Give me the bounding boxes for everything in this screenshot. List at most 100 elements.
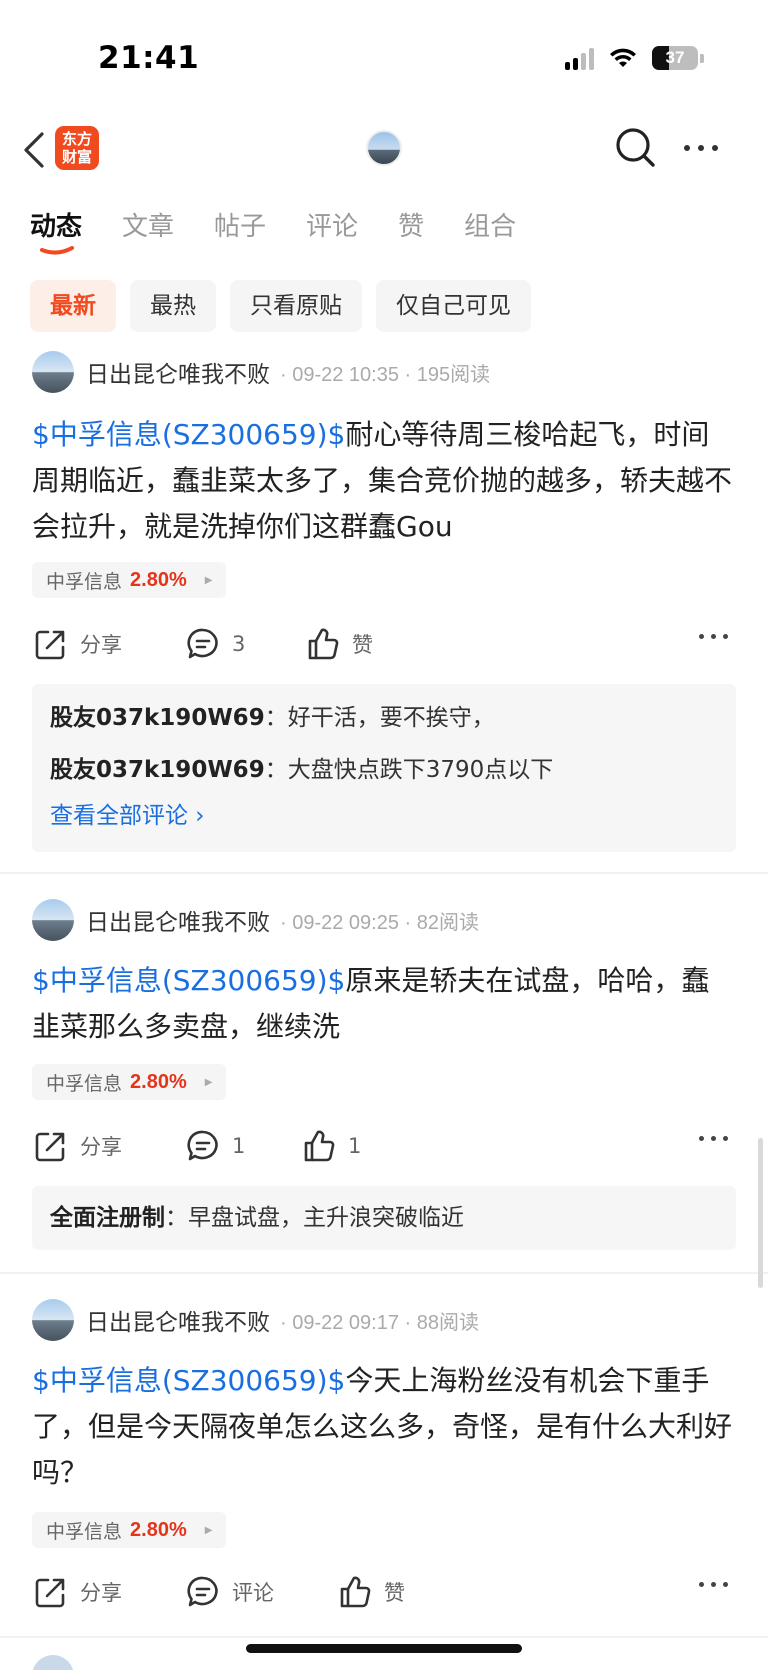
divider [0,872,768,874]
share-icon [35,1132,65,1162]
post-actions: 分享 1 1 [0,1124,768,1168]
profile-tabs: 动态 文章 帖子 评论 赞 组合 [30,206,556,255]
share-button[interactable]: 分享 [34,622,122,666]
comment-count: 3 [232,632,246,656]
stock-tag[interactable]: 中孚信息 2.80% ▶ [32,562,227,598]
post-text[interactable]: $中孚信息(SZ300659)$原来是轿夫在试盘，哈哈，蠢韭菜那么多卖盘，继续洗 [32,958,736,1050]
like-button[interactable]: 赞 [338,1570,405,1614]
scroll-indicator[interactable] [758,1138,763,1288]
status-time: 21:41 [98,40,200,76]
post-card[interactable]: 日出昆仑唯我不败 · 09-22 09:17 · 88阅读 $中孚信息(SZ30… [0,1298,768,1628]
comment-button[interactable]: 1 [186,1124,245,1168]
avatar[interactable] [32,1299,74,1341]
comment-icon [187,1576,218,1607]
battery-level: 37 [665,48,685,67]
stock-link[interactable]: $中孚信息(SZ300659)$ [32,418,345,451]
tab-active-indicator [40,246,74,255]
comment-text: 大盘快点跌下3790点以下 [287,757,554,783]
more-options-icon[interactable] [684,136,728,160]
comment-user[interactable]: 股友037k190W69 [50,705,265,731]
stock-link[interactable]: $中孚信息(SZ300659)$ [32,1364,345,1397]
thumbs-up-icon [304,1130,335,1162]
post-header: 日出昆仑唯我不败 · 09-22 10:35 · 195阅读 [32,350,490,394]
view-all-comments-link[interactable]: 查看全部评论 › [50,796,718,836]
tab-likes[interactable]: 赞 [398,206,424,252]
user-avatar[interactable] [366,130,402,166]
tab-articles[interactable]: 文章 [122,206,174,252]
divider [0,1636,768,1638]
comment-button[interactable]: 3 [186,622,245,666]
author-name[interactable]: 日出昆仑唯我不败 [86,1303,270,1337]
comment-icon [187,628,218,659]
stock-tag-name: 中孚信息 [46,1072,123,1095]
app-logo[interactable]: 东方 财富 [55,126,99,170]
stock-tag[interactable]: 中孚信息 2.80% ▶ [32,1064,227,1100]
comment-item[interactable]: 全面注册制：早盘试盘，主升浪突破临近 [50,1192,718,1244]
post-text[interactable]: $中孚信息(SZ300659)$今天上海粉丝没有机会下重手了，但是今天隔夜单怎么… [32,1358,736,1496]
logo-text-bottom: 财富 [61,148,92,166]
like-button[interactable]: 赞 [306,622,373,666]
filter-chips: 最新 最热 只看原贴 仅自己可见 [30,280,531,332]
author-name[interactable]: 日出昆仑唯我不败 [86,903,270,937]
filter-private-only[interactable]: 仅自己可见 [376,280,531,332]
like-button[interactable]: 1 [302,1124,361,1168]
stock-tag-name: 中孚信息 [46,570,123,593]
stock-tag-change: 2.80% [130,1518,187,1541]
battery-icon: 37 [652,46,698,70]
comment-count: 评论 [232,1581,274,1605]
status-bar: 21:41 37 [0,0,768,120]
stock-tag-name: 中孚信息 [46,1520,123,1543]
filter-hottest[interactable]: 最热 [130,280,216,332]
comment-item[interactable]: 股友037k190W69：大盘快点跌下3790点以下 [50,744,718,796]
tab-dynamic[interactable]: 动态 [30,206,82,255]
post-card[interactable]: 日出昆仑唯我不败 · 09-22 09:25 · 82阅读 $中孚信息(SZ30… [0,898,768,1258]
comment-preview[interactable]: 股友037k190W69：好干活，要不挨守， 股友037k190W69：大盘快点… [32,684,736,852]
like-count: 1 [348,1134,362,1158]
status-icons: 37 [565,46,704,70]
home-indicator[interactable] [246,1644,522,1653]
play-arrow-icon: ▶ [204,574,213,586]
comment-count: 1 [232,1134,246,1158]
post-header: 日出昆仑唯我不败 · 09-22 09:17 · 88阅读 [32,1298,479,1342]
post-text[interactable]: $中孚信息(SZ300659)$耐心等待周三梭哈起飞，时间周期临近，蠢韭菜太多了… [32,412,736,550]
post-more-icon[interactable] [699,634,728,639]
tab-posts[interactable]: 帖子 [214,206,266,252]
post-actions: 分享 3 赞 [0,622,768,666]
avatar[interactable] [32,899,74,941]
stock-tag-change: 2.80% [130,568,187,591]
post-card[interactable]: 日出昆仑唯我不败 · 09-22 10:35 · 195阅读 $中孚信息(SZ3… [0,350,768,870]
share-button[interactable]: 分享 [34,1570,122,1614]
comment-icon [187,1130,218,1161]
share-icon [35,1578,65,1608]
avatar[interactable] [32,351,74,393]
nav-bar: 东方 财富 [0,122,768,178]
post-more-icon[interactable] [699,1136,728,1141]
stock-tag-change: 2.80% [130,1070,187,1093]
author-name[interactable]: 日出昆仑唯我不败 [86,355,270,389]
comment-user[interactable]: 全面注册制 [50,1205,165,1231]
comment-user[interactable]: 股友037k190W69 [50,757,265,783]
play-arrow-icon: ▶ [204,1524,213,1536]
tab-portfolio[interactable]: 组合 [464,206,516,252]
stock-tag[interactable]: 中孚信息 2.80% ▶ [32,1512,227,1548]
wifi-icon [610,48,636,67]
post-more-icon[interactable] [699,1582,728,1587]
stock-link[interactable]: $中孚信息(SZ300659)$ [32,964,345,997]
comment-item[interactable]: 股友037k190W69：好干活，要不挨守， [50,692,718,744]
divider [0,1272,768,1274]
post-header: 日出昆仑唯我不败 · 09-22 09:25 · 82阅读 [32,898,479,942]
comment-button[interactable]: 评论 [186,1570,274,1614]
back-icon[interactable] [18,130,54,170]
tab-comments[interactable]: 评论 [306,206,358,252]
post-meta: · 09-22 10:35 · 195阅读 [280,363,491,386]
share-button[interactable]: 分享 [34,1124,122,1168]
post-meta: · 09-22 09:25 · 82阅读 [280,911,479,934]
comment-preview[interactable]: 全面注册制：早盘试盘，主升浪突破临近 [32,1186,736,1250]
like-count: 赞 [384,1581,405,1605]
search-icon[interactable] [614,126,658,170]
filter-original-only[interactable]: 只看原贴 [230,280,362,332]
like-count: 赞 [352,633,373,657]
comment-text: 好干活，要不挨守， [287,705,495,731]
avatar[interactable] [32,1655,74,1670]
filter-latest[interactable]: 最新 [30,280,116,332]
